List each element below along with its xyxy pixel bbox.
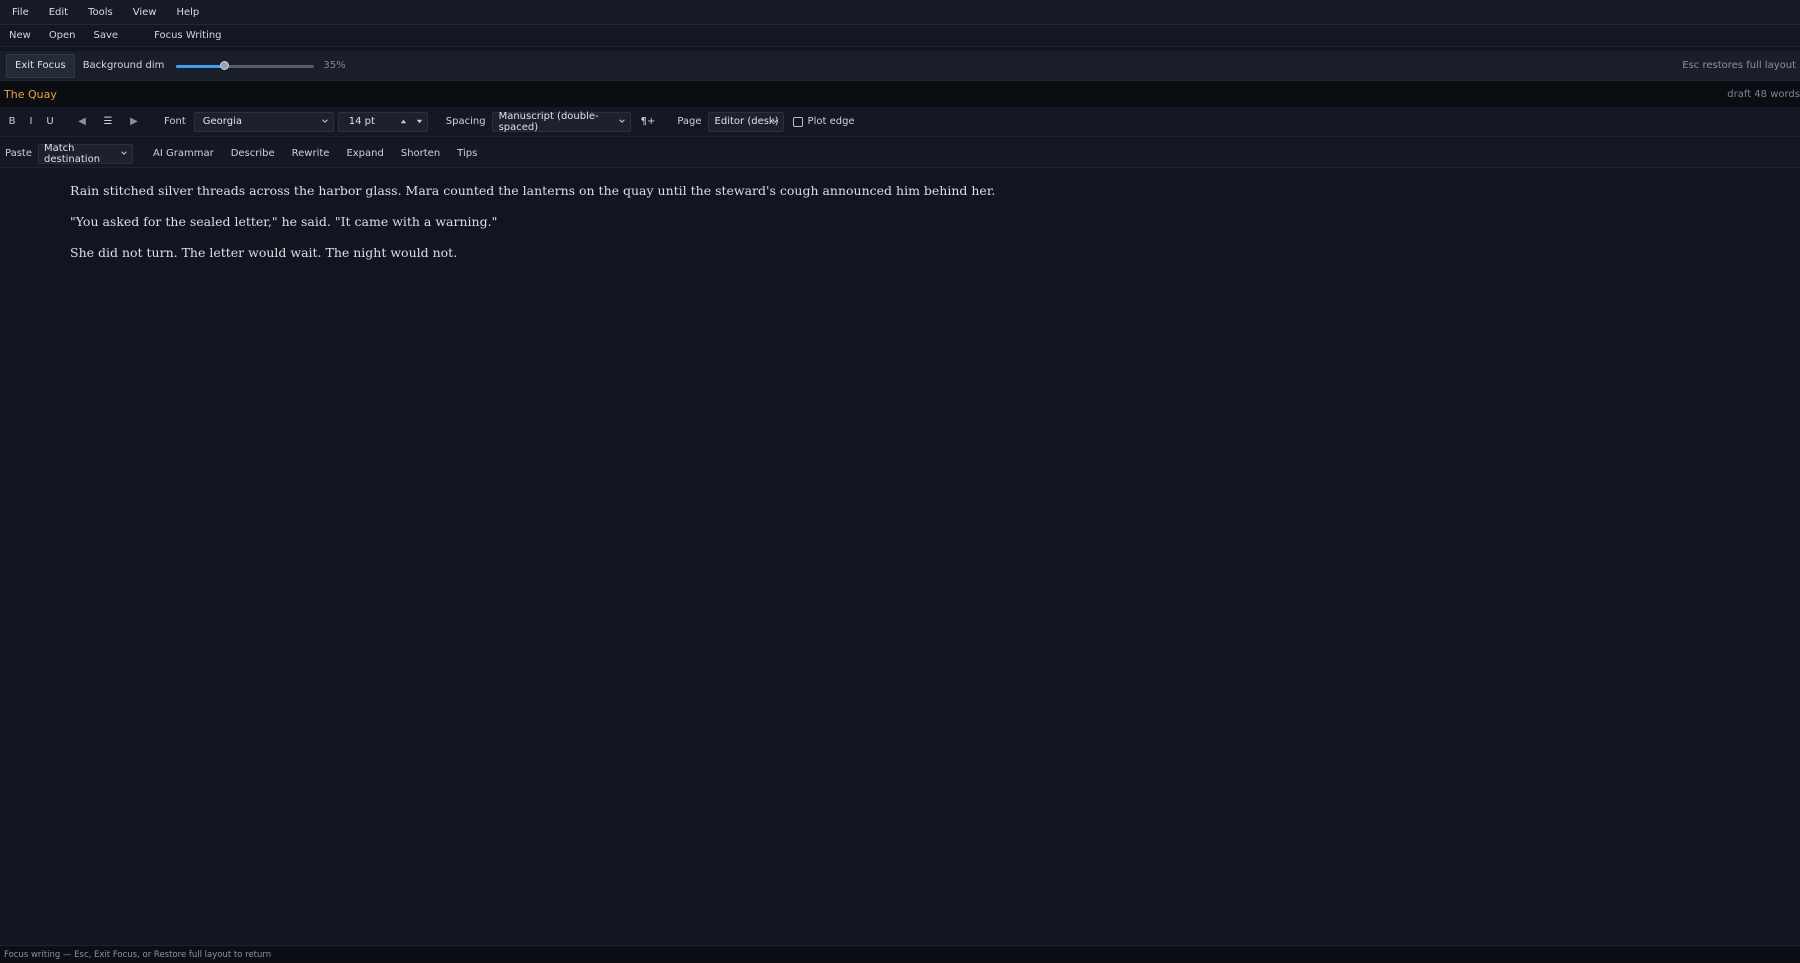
status-bar: Focus writing — Esc, Exit Focus, or Rest… — [0, 945, 1800, 963]
background-dim-label: Background dim — [82, 60, 165, 71]
new-button[interactable]: New — [0, 30, 40, 41]
tips-button[interactable]: Tips — [457, 148, 477, 159]
chevron-down-icon — [771, 118, 778, 123]
italic-button[interactable]: I — [26, 116, 36, 127]
menu-view[interactable]: View — [123, 7, 167, 18]
spacing-select-value: Manuscript (double-spaced) — [498, 110, 599, 133]
decrease-size-icon[interactable] — [415, 117, 424, 126]
page-select[interactable]: Editor (desk) — [707, 111, 784, 132]
editor-area[interactable]: Rain stitched silver threads across the … — [0, 170, 1800, 945]
align-center-icon[interactable]: ☰ — [102, 116, 114, 127]
bold-button[interactable]: B — [6, 116, 18, 127]
format-toolbar: B I U ◀ ☰ ▶ Font Georgia 14 pt Spacing M… — [0, 107, 1800, 137]
menu-bar: File Edit Tools View Help — [0, 0, 1800, 25]
chevron-down-icon — [121, 150, 127, 155]
word-count-status: draft 48 words — [1727, 88, 1800, 100]
menu-help[interactable]: Help — [166, 7, 209, 18]
focus-writing-button[interactable]: Focus Writing — [145, 30, 230, 41]
status-text: Focus writing — Esc, Exit Focus, or Rest… — [4, 949, 272, 960]
plot-edge-label: Plot edge — [807, 116, 855, 127]
describe-button[interactable]: Describe — [231, 148, 275, 159]
menu-file[interactable]: File — [2, 7, 39, 18]
font-select-value: Georgia — [202, 116, 242, 127]
menu-edit[interactable]: Edit — [39, 7, 78, 18]
document-title: The Quay — [4, 87, 57, 101]
editor-paragraph[interactable]: Rain stitched silver threads across the … — [70, 183, 995, 198]
exit-focus-button[interactable]: Exit Focus — [6, 53, 75, 78]
ai-grammar-button[interactable]: AI Grammar — [153, 148, 214, 159]
editor-paragraph[interactable]: She did not turn. The letter would wait.… — [70, 245, 457, 260]
open-button[interactable]: Open — [40, 30, 85, 41]
rewrite-button[interactable]: Rewrite — [292, 148, 330, 159]
paragraph-spacing-icon[interactable]: ¶+ — [641, 116, 656, 127]
slider-fill — [176, 64, 225, 68]
shorten-button[interactable]: Shorten — [401, 148, 440, 159]
page-select-value: Editor (desk) — [714, 116, 779, 127]
save-button[interactable]: Save — [85, 30, 128, 41]
spacing-select[interactable]: Manuscript (double-spaced) — [491, 110, 631, 133]
align-left-icon[interactable]: ◀ — [76, 116, 88, 127]
chevron-down-icon — [618, 118, 625, 123]
paste-mode-value: Match destination — [44, 142, 101, 165]
increase-size-icon[interactable] — [399, 117, 408, 126]
paste-button[interactable]: Paste — [5, 148, 32, 159]
font-size-stepper[interactable]: 14 pt — [337, 111, 428, 132]
expand-button[interactable]: Expand — [346, 148, 383, 159]
slider-thumb[interactable] — [219, 60, 229, 70]
underline-button[interactable]: U — [44, 116, 56, 127]
spacing-label: Spacing — [445, 116, 486, 127]
chevron-down-icon — [322, 118, 328, 123]
document-title-bar: The Quay draft 48 words — [0, 81, 1800, 107]
background-dim-slider[interactable] — [176, 59, 315, 73]
esc-hint: Esc restores full layout — [1682, 60, 1796, 71]
font-select[interactable]: Georgia — [193, 111, 334, 132]
focus-bar: Exit Focus Background dim 35% Esc restor… — [0, 51, 1800, 81]
align-right-icon[interactable]: ▶ — [128, 116, 140, 127]
font-label: Font — [164, 116, 186, 127]
font-size-value: 14 pt — [348, 116, 375, 127]
plot-edge-checkbox[interactable] — [792, 116, 803, 127]
page-label: Page — [677, 116, 702, 127]
editor-paragraph[interactable]: "You asked for the sealed letter," he sa… — [70, 214, 497, 229]
background-dim-value: 35% — [323, 60, 346, 71]
quick-toolbar: New Open Save Focus Writing — [0, 25, 1800, 47]
menu-tools[interactable]: Tools — [78, 7, 123, 18]
ai-toolbar: Paste Match destination AI Grammar Descr… — [0, 140, 1800, 168]
paste-mode-select[interactable]: Match destination — [38, 142, 133, 165]
